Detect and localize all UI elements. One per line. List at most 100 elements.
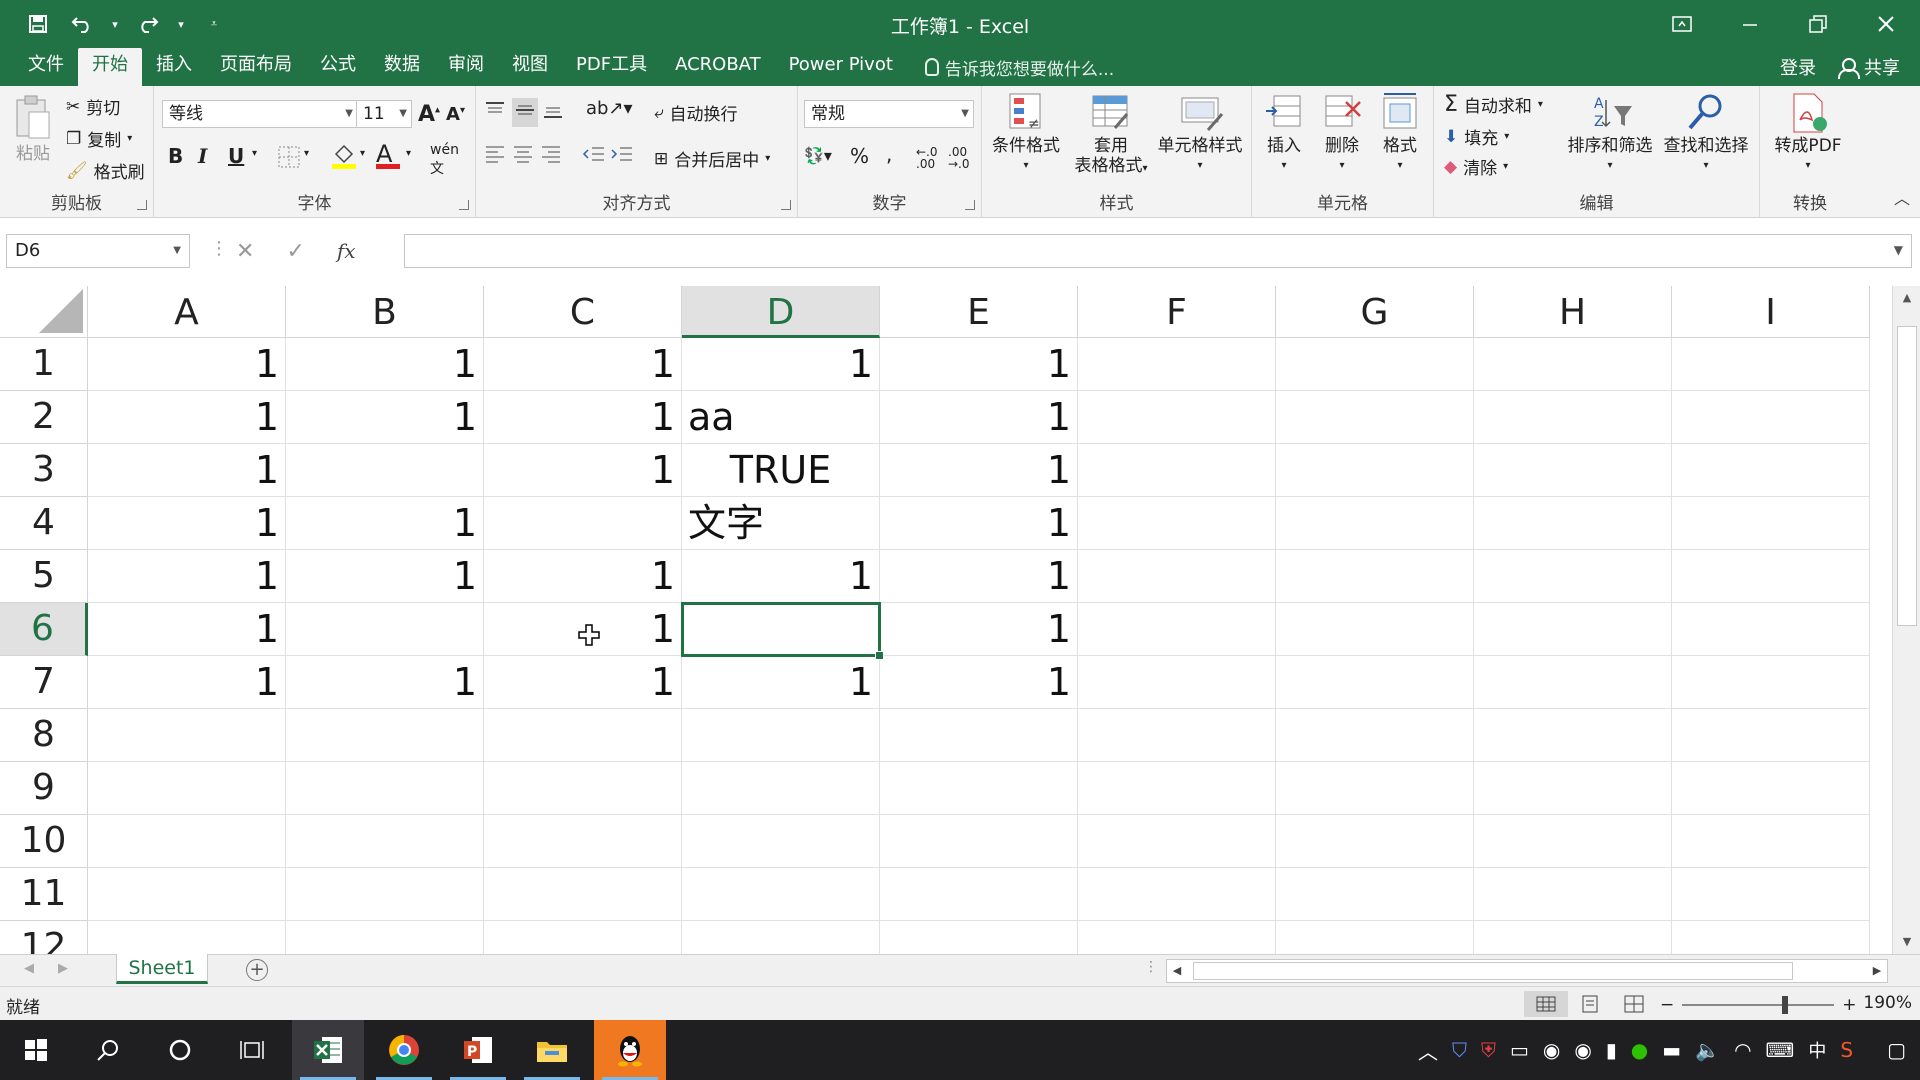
row-header-3[interactable]: 3	[0, 444, 88, 497]
customize-qat-icon[interactable]: ⩡	[194, 10, 234, 38]
autosum-button[interactable]: Σ 自动求和 ▾	[1444, 92, 1543, 117]
cell-f1[interactable]	[1078, 338, 1276, 391]
tray-keyboard-icon[interactable]: ⌨	[1766, 1038, 1795, 1062]
cell-e4[interactable]: 1	[880, 497, 1078, 550]
tray-qq-icon[interactable]: ◉	[1543, 1038, 1560, 1062]
undo-icon[interactable]	[62, 10, 102, 38]
cancel-entry-icon[interactable]: ✕	[236, 239, 254, 264]
tab-data[interactable]: 数据	[370, 48, 434, 86]
zoom-level[interactable]: 190%	[1863, 993, 1912, 1013]
cell-i3[interactable]	[1672, 444, 1870, 497]
number-format-combo[interactable]: 常规 ▼	[804, 100, 974, 128]
cell-i9[interactable]	[1672, 762, 1870, 815]
align-right-icon[interactable]	[540, 144, 562, 169]
row-header-9[interactable]: 9	[0, 762, 88, 815]
align-middle-icon[interactable]	[512, 98, 538, 127]
conditional-formatting-button[interactable]: ≠ 条件格式 ▾	[986, 92, 1066, 176]
cell-h8[interactable]	[1474, 709, 1672, 762]
row-header-10[interactable]: 10	[0, 815, 88, 868]
tab-page-layout[interactable]: 页面布局	[206, 48, 306, 86]
cell-e11[interactable]	[880, 868, 1078, 921]
cell-c5[interactable]: 1	[484, 550, 682, 603]
tab-home[interactable]: 开始	[78, 48, 142, 86]
cell-e3[interactable]: 1	[880, 444, 1078, 497]
cell-i10[interactable]	[1672, 815, 1870, 868]
cell-g7[interactable]	[1276, 656, 1474, 709]
cell-a1[interactable]: 1	[88, 338, 286, 391]
row-header-8[interactable]: 8	[0, 709, 88, 762]
cell-a6[interactable]: 1	[88, 603, 286, 656]
tab-acrobat[interactable]: ACROBAT	[661, 48, 775, 86]
cell-g9[interactable]	[1276, 762, 1474, 815]
tab-power-pivot[interactable]: Power Pivot	[775, 48, 907, 86]
cell-g8[interactable]	[1276, 709, 1474, 762]
cell-d9[interactable]	[682, 762, 880, 815]
align-bottom-icon[interactable]	[542, 100, 564, 125]
vertical-scroll-thumb[interactable]	[1897, 326, 1917, 626]
cell-b8[interactable]	[286, 709, 484, 762]
cell-f10[interactable]	[1078, 815, 1276, 868]
bold-button[interactable]: B	[168, 144, 183, 168]
column-header-g[interactable]: G	[1276, 286, 1474, 338]
row-header-11[interactable]: 11	[0, 868, 88, 921]
row-header-6[interactable]: 6	[0, 603, 88, 656]
cell-g6[interactable]	[1276, 603, 1474, 656]
cell-h11[interactable]	[1474, 868, 1672, 921]
cell-e1[interactable]: 1	[880, 338, 1078, 391]
font-name-combo[interactable]: 等线 ▼	[162, 100, 358, 128]
cell-e7[interactable]: 1	[880, 656, 1078, 709]
tray-microphone-icon[interactable]: ▮	[1606, 1038, 1617, 1062]
save-icon[interactable]	[18, 10, 58, 38]
prev-sheet-icon[interactable]: ◀	[24, 961, 34, 976]
cell-b7[interactable]: 1	[286, 656, 484, 709]
normal-view-icon[interactable]	[1524, 991, 1568, 1017]
cell-i12[interactable]	[1672, 921, 1870, 954]
cell-a2[interactable]: 1	[88, 391, 286, 444]
cell-b12[interactable]	[286, 921, 484, 954]
column-header-a[interactable]: A	[88, 286, 286, 338]
tray-shield-icon[interactable]: ⛉	[1452, 1038, 1467, 1062]
comma-style-button[interactable]: ,	[886, 142, 892, 166]
select-all-corner[interactable]	[0, 286, 88, 338]
page-break-view-icon[interactable]	[1612, 991, 1656, 1017]
row-header-4[interactable]: 4	[0, 497, 88, 550]
scroll-right-icon[interactable]: ▶	[1867, 960, 1887, 982]
cell-f9[interactable]	[1078, 762, 1276, 815]
cell-f7[interactable]	[1078, 656, 1276, 709]
fill-button[interactable]: ⬇ 填充 ▾	[1444, 124, 1509, 150]
cell-f2[interactable]	[1078, 391, 1276, 444]
cell-i4[interactable]	[1672, 497, 1870, 550]
cell-e8[interactable]	[880, 709, 1078, 762]
increase-indent-icon[interactable]	[610, 144, 634, 169]
windows-start-icon[interactable]	[0, 1020, 72, 1080]
cell-d5[interactable]: 1	[682, 550, 880, 603]
align-top-icon[interactable]	[484, 100, 506, 125]
cell-c9[interactable]	[484, 762, 682, 815]
tab-insert[interactable]: 插入	[142, 48, 206, 86]
tray-sogou-icon[interactable]: S	[1840, 1038, 1853, 1062]
vertical-scrollbar[interactable]: ▲ ▼	[1892, 286, 1920, 954]
restore-icon[interactable]	[1784, 0, 1852, 48]
cell-b2[interactable]: 1	[286, 391, 484, 444]
tab-split-grip-icon[interactable]: ⋮	[1144, 959, 1158, 975]
search-icon[interactable]	[72, 1020, 144, 1080]
file-explorer-taskbar-icon[interactable]	[516, 1020, 588, 1080]
percent-style-button[interactable]: %	[850, 144, 869, 168]
zoom-out-icon[interactable]: −	[1660, 995, 1674, 1015]
cell-g2[interactable]	[1276, 391, 1474, 444]
cell-h6[interactable]	[1474, 603, 1672, 656]
cell-i2[interactable]	[1672, 391, 1870, 444]
cell-g12[interactable]	[1276, 921, 1474, 954]
cell-styles-button[interactable]: 单元格样式 ▾	[1150, 92, 1250, 176]
cell-f12[interactable]	[1078, 921, 1276, 954]
increase-font-icon[interactable]: A▴	[418, 102, 440, 127]
cell-b4[interactable]: 1	[286, 497, 484, 550]
login-link[interactable]: 登录	[1780, 54, 1816, 80]
tab-view[interactable]: 视图	[498, 48, 562, 86]
copy-button[interactable]: ❐ 复制 ▾	[66, 126, 132, 152]
formula-input[interactable]: ▼	[404, 234, 1912, 268]
zoom-slider-knob[interactable]	[1782, 996, 1789, 1014]
wrap-text-button[interactable]: ⤶ 自动换行	[654, 100, 738, 126]
cell-e9[interactable]	[880, 762, 1078, 815]
cell-a8[interactable]	[88, 709, 286, 762]
